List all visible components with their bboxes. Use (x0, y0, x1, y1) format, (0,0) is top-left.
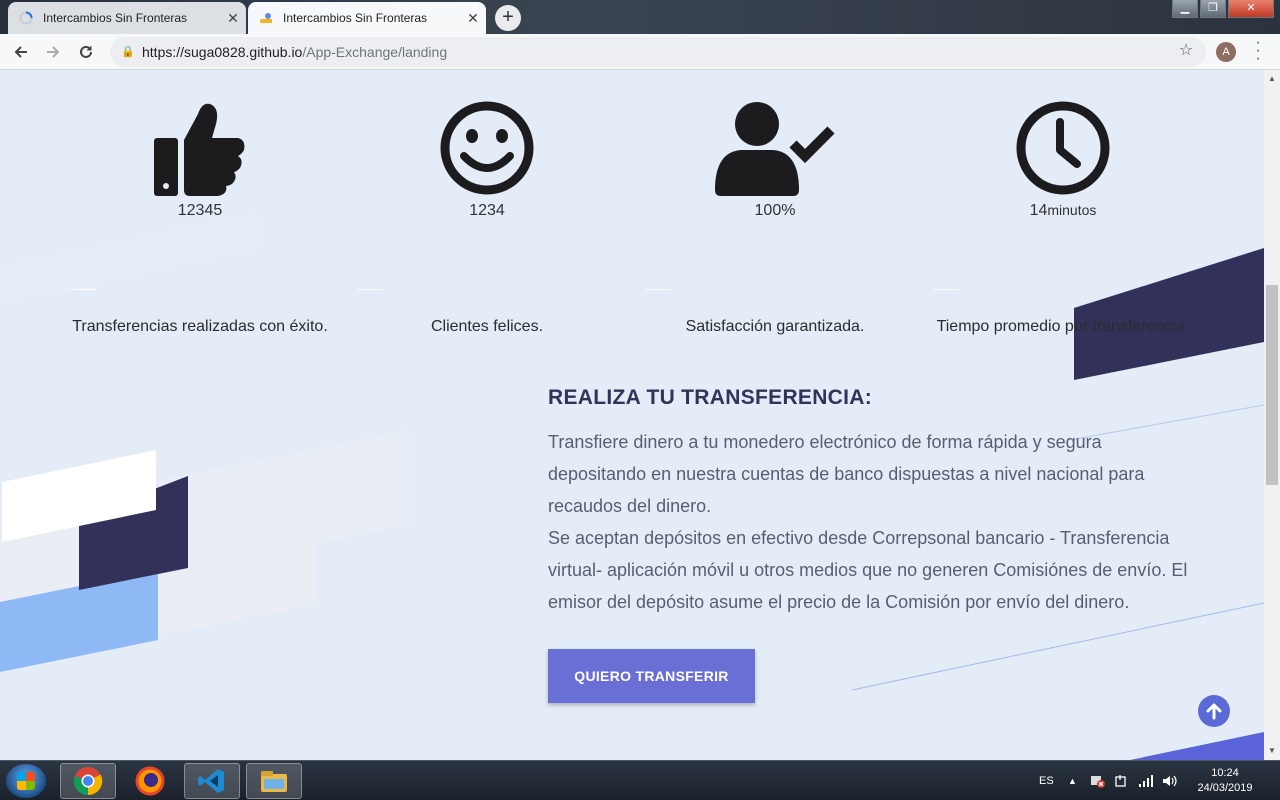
tab-title: Intercambios Sin Fronteras (283, 11, 428, 25)
paragraph-transfer-info: Transfiere dinero a tu monedero electrón… (548, 432, 1145, 516)
maximize-button[interactable]: ❐ (1200, 0, 1226, 18)
scroll-to-top-button[interactable] (1198, 695, 1230, 727)
chrome-icon (73, 767, 103, 796)
browser-tab[interactable]: Intercambios Sin Fronteras ✕ (8, 2, 246, 34)
power-icon[interactable] (1114, 761, 1128, 800)
lock-icon: 🔒 (121, 46, 135, 58)
scroll-up-icon[interactable]: ▲ (1264, 74, 1280, 83)
signal-icon[interactable] (1138, 761, 1154, 800)
taskbar-chrome[interactable] (60, 763, 116, 799)
stat-value: 12345 (177, 202, 223, 219)
section-text: Transfiere dinero a tu monedero electrón… (548, 426, 1198, 618)
transfer-button[interactable]: QUIERO TRANSFERIR (548, 649, 755, 703)
windows-logo-icon (17, 772, 35, 790)
tab-title: Intercambios Sin Fronteras (43, 11, 188, 25)
show-hidden-icons-icon[interactable]: ▲ (1068, 761, 1077, 800)
url-host: https://suga0828.github.io (142, 44, 303, 60)
section-title: REALIZA TU TRANSFERENCIA: (548, 386, 873, 409)
page-viewport: 12345 Transferencias realizadas con éxit… (0, 70, 1264, 760)
stat-description: Transferencias realizadas con éxito. (72, 318, 328, 335)
stat-value: 14minutos (1029, 202, 1097, 219)
vscode-icon (198, 769, 224, 793)
url-path: /App-Exchange/landing (302, 44, 448, 60)
system-clock[interactable]: 10:24 24/03/2019 (1190, 766, 1260, 796)
window-close-button[interactable]: ✕ (1228, 0, 1274, 18)
profile-avatar[interactable]: A (1216, 42, 1236, 62)
loading-spinner-icon (18, 10, 34, 26)
stat-value: 1234 (469, 202, 505, 219)
browser-tab-bar: Intercambios Sin Fronteras ✕ Intercambio… (0, 0, 1280, 34)
stat-description: Clientes felices. (430, 318, 544, 335)
scrollbar-thumb[interactable] (1266, 285, 1278, 485)
browser-toolbar: 🔒 https://suga0828.github.io/App-Exchang… (0, 34, 1280, 70)
user-check-icon (645, 98, 905, 198)
clock-date: 24/03/2019 (1197, 782, 1253, 794)
forward-arrow-icon[interactable] (41, 40, 65, 64)
site-favicon-icon (258, 10, 274, 26)
tab-close-icon[interactable]: ✕ (460, 10, 486, 27)
page-scrollbar[interactable]: ▲ ▼ (1264, 70, 1280, 760)
network-warning-icon[interactable] (1090, 761, 1106, 800)
clock-icon (933, 98, 1193, 198)
stat-satisfaction: 100% Satisfacción garantizada. (645, 98, 905, 335)
stat-average-time: 14minutos Tiempo promedio por transferen… (933, 98, 1193, 335)
stat-happy-clients: 1234 Clientes felices. (357, 98, 617, 335)
tab-close-icon[interactable]: ✕ (220, 10, 246, 27)
divider (357, 289, 383, 290)
window-controls: ▁ ❐ ✕ (1172, 0, 1274, 18)
scroll-down-icon[interactable]: ▼ (1264, 746, 1280, 755)
divider (70, 289, 96, 290)
divider (645, 289, 671, 290)
divider (933, 289, 959, 290)
language-indicator[interactable]: ES (1039, 761, 1054, 800)
windows-taskbar: ES ▲ 10:24 24/03/2019 (0, 760, 1280, 800)
taskbar-firefox[interactable] (122, 763, 178, 799)
taskbar-file-explorer[interactable] (246, 763, 302, 799)
smile-icon (357, 98, 617, 198)
stat-successful-transfers: 12345 Transferencias realizadas con éxit… (70, 98, 330, 335)
paragraph-deposit-info: Se aceptan depósitos en efectivo desde C… (548, 528, 1188, 612)
browser-menu-icon[interactable]: · · · (1250, 35, 1266, 67)
taskbar-vscode[interactable] (184, 763, 240, 799)
stat-description: Satisfacción garantizada. (685, 318, 865, 335)
start-button[interactable] (6, 764, 46, 798)
firefox-icon (135, 766, 165, 796)
stat-unit: minutos (1047, 202, 1097, 218)
bookmark-star-icon[interactable]: ☆ (1175, 40, 1197, 60)
file-explorer-icon (261, 771, 287, 792)
new-tab-button[interactable]: + (495, 5, 521, 31)
clock-time: 10:24 (1211, 767, 1239, 779)
browser-tab-active[interactable]: Intercambios Sin Fronteras ✕ (248, 2, 486, 34)
thumbs-up-icon (70, 98, 330, 198)
reload-icon[interactable] (74, 40, 98, 64)
minimize-button[interactable]: ▁ (1172, 0, 1198, 18)
volume-icon[interactable] (1162, 761, 1178, 800)
back-arrow-icon[interactable] (9, 40, 33, 64)
address-bar[interactable]: 🔒 https://suga0828.github.io/App-Exchang… (110, 37, 1206, 67)
stat-description: Tiempo promedio por transferencia. (936, 318, 1190, 335)
stat-value: 100% (754, 202, 796, 219)
